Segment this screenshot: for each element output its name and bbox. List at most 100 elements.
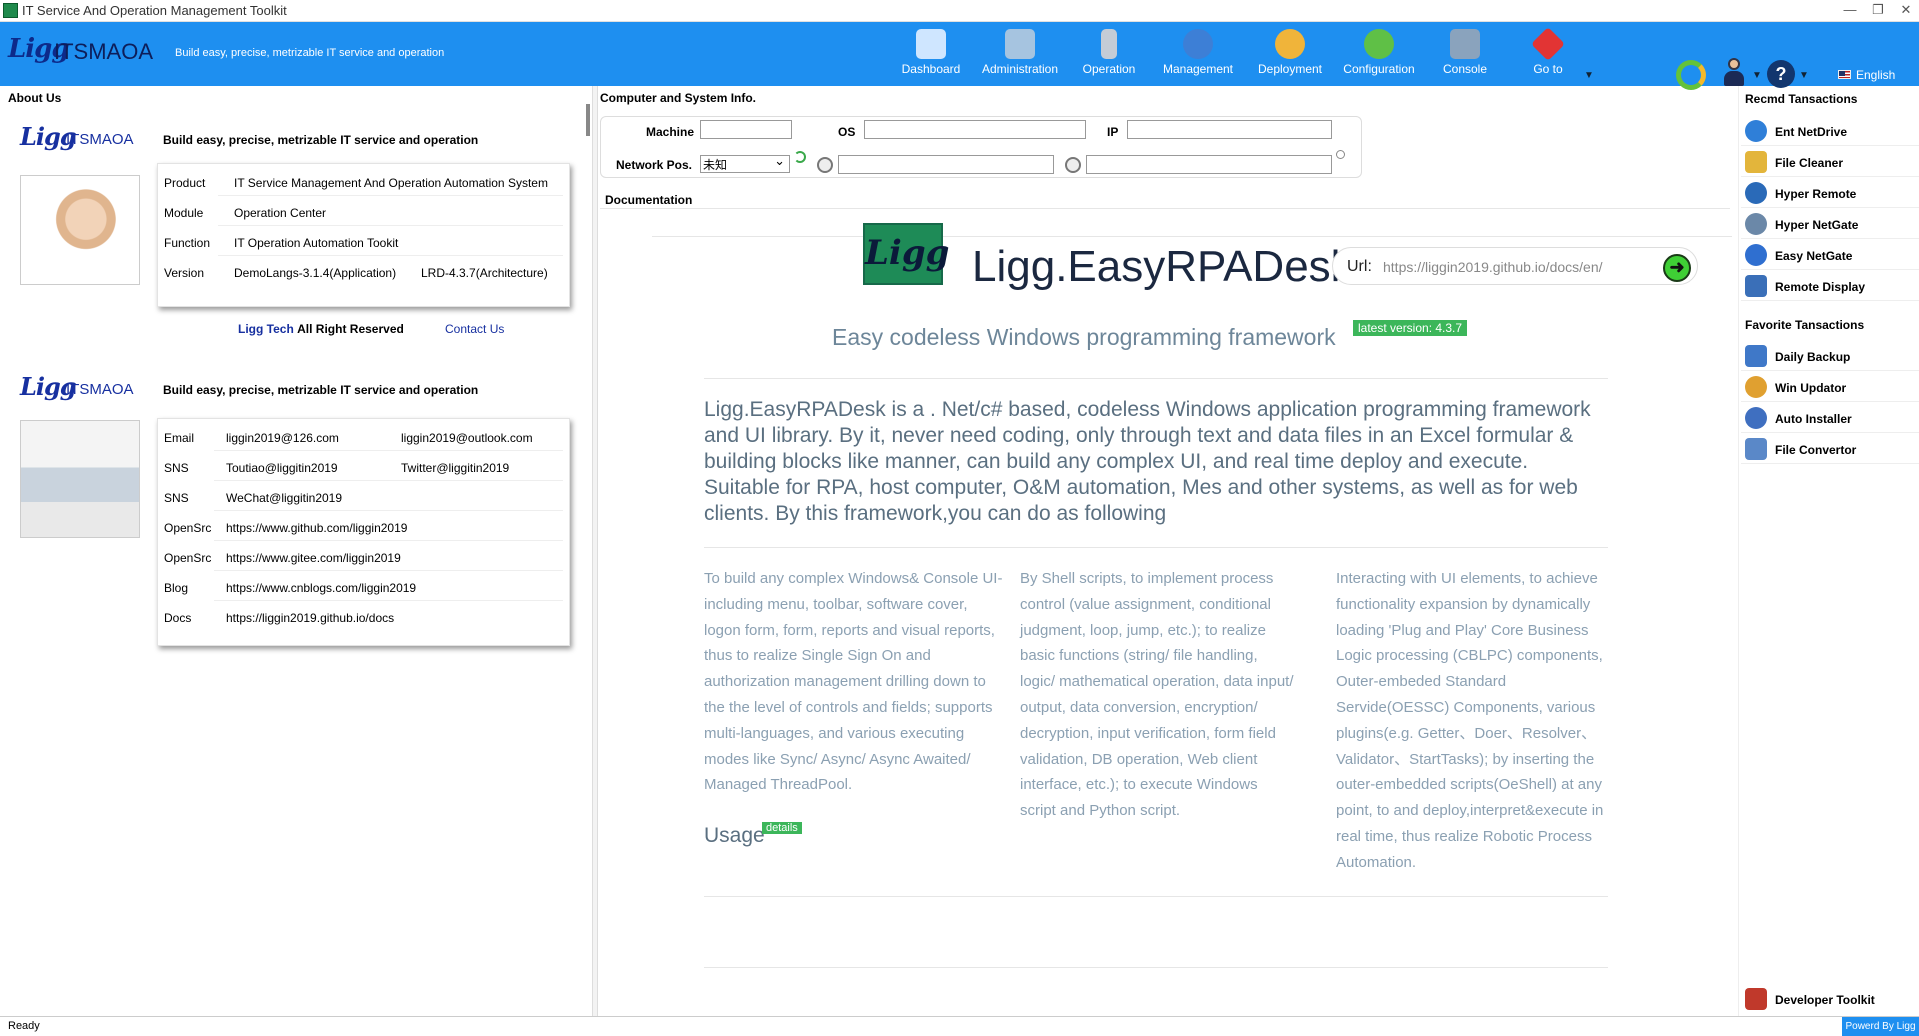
left-splitter[interactable] [592, 86, 598, 1016]
module-label: Module [164, 206, 204, 220]
nav-label: Go to [1533, 62, 1563, 76]
radio-option-1[interactable] [817, 157, 833, 173]
powered-by-badge: Powerd By Ligg [1842, 1017, 1919, 1036]
details-badge[interactable]: details [762, 822, 802, 834]
header-tagline: Build easy, precise, metrizable IT servi… [175, 47, 445, 59]
left-scrollbar[interactable] [586, 104, 590, 136]
item-label: Hyper NetGate [1775, 218, 1859, 232]
blog-label: Blog [164, 581, 189, 595]
email-value-1[interactable]: liggin2019@126.com [226, 431, 339, 445]
version-app-value: DemoLangs-3.1.4(Application) [234, 266, 397, 280]
version-arch-value: LRD-4.3.7(Architecture) [421, 266, 548, 280]
deploy-icon [1275, 29, 1305, 59]
fav-win-updator[interactable]: Win Updator [1741, 372, 1919, 402]
tools-icon [1745, 988, 1767, 1010]
monitors-icon [1005, 29, 1035, 59]
sysinfo-title: Computer and System Info. [600, 91, 757, 105]
close-button[interactable]: ✕ [1886, 0, 1919, 22]
support-woman-photo [20, 175, 140, 285]
radio-option-2[interactable] [1065, 157, 1081, 173]
nav-console[interactable]: Console [1423, 27, 1507, 83]
window-title: IT Service And Operation Management Tool… [22, 3, 287, 18]
help-icon[interactable]: ? [1767, 60, 1795, 88]
nav-administration[interactable]: Administration [978, 27, 1062, 83]
docs-link[interactable]: https://liggin2019.github.io/docs [226, 611, 394, 625]
user-dropdown-icon[interactable]: ▼ [1752, 70, 1762, 81]
github-link[interactable]: https://www.github.com/liggin2019 [226, 521, 407, 535]
sns-twitter[interactable]: Twitter@liggitin2019 [401, 461, 509, 475]
nav-dashboard[interactable]: Dashboard [889, 27, 973, 83]
documentation-view[interactable]: Ligg Ligg.EasyRPADesk Url: https://liggi… [600, 210, 1732, 1016]
nav-management[interactable]: Management [1156, 27, 1240, 83]
server-icon [1101, 29, 1117, 59]
netpos-refresh-icon[interactable] [794, 151, 806, 163]
recmd-title: Recmd Tansactions [1745, 92, 1858, 106]
nav-configuration[interactable]: Configuration [1337, 27, 1421, 83]
item-label: Hyper Remote [1775, 187, 1857, 201]
os-label: OS [838, 125, 856, 139]
email-value-2[interactable]: liggin2019@outlook.com [401, 431, 533, 445]
machine-label: Machine [646, 125, 695, 139]
netpos-field-2[interactable] [1086, 155, 1332, 174]
user-icon[interactable] [1722, 58, 1746, 88]
intro-paragraph: Ligg.EasyRPADesk is a . Net/c# based, co… [704, 398, 1591, 525]
remote-icon [1745, 182, 1767, 204]
item-label: File Cleaner [1775, 156, 1844, 170]
item-label: Easy NetGate [1775, 249, 1853, 263]
go-arrow-button[interactable]: ➜ [1663, 254, 1691, 282]
blog-link[interactable]: https://www.cnblogs.com/liggin2019 [226, 581, 416, 595]
nav-operation[interactable]: Operation [1067, 27, 1151, 83]
usage-heading: Usage [704, 824, 765, 847]
developer-toolkit[interactable]: Developer Toolkit [1741, 984, 1919, 1014]
search-icon[interactable] [1336, 150, 1345, 159]
globe-icon [1183, 29, 1213, 59]
function-label: Function [164, 236, 211, 250]
url-label: Url: [1347, 258, 1372, 275]
recmd-hyper-netgate[interactable]: Hyper NetGate [1741, 209, 1919, 239]
sns-toutiao[interactable]: Toutiao@liggitin2019 [226, 461, 338, 475]
sns-wechat[interactable]: WeChat@liggitin2019 [226, 491, 342, 505]
docs-label: Docs [164, 611, 192, 625]
recmd-file-cleaner[interactable]: File Cleaner [1741, 147, 1919, 177]
language-selector[interactable]: English [1856, 68, 1895, 82]
help-dropdown-icon[interactable]: ▼ [1799, 70, 1809, 81]
function-value: IT Operation Automation Tookit [234, 236, 399, 250]
nav-deployment[interactable]: Deployment [1248, 27, 1332, 83]
recmd-easy-netgate[interactable]: Easy NetGate [1741, 240, 1919, 270]
product-value: IT Service Management And Operation Auto… [234, 176, 548, 190]
nav-label: Dashboard [901, 62, 961, 76]
ip-field[interactable] [1127, 120, 1332, 139]
goto-dropdown-icon[interactable]: ▼ [1584, 70, 1594, 81]
fav-auto-installer[interactable]: Auto Installer [1741, 403, 1919, 433]
recmd-remote-display[interactable]: Remote Display [1741, 271, 1919, 301]
fav-file-convertor[interactable]: File Convertor [1741, 434, 1919, 464]
favorite-title: Favorite Tansactions [1745, 318, 1865, 332]
nav-label: Deployment [1257, 62, 1323, 76]
nav-label: Configuration [1343, 62, 1415, 76]
netpos-select[interactable]: 未知 [700, 153, 790, 173]
documentation-title: Documentation [605, 193, 693, 207]
display-icon [1745, 275, 1767, 297]
nav-label: Administration [981, 62, 1059, 76]
info-icon [1745, 244, 1767, 266]
card2-tagline: Build easy, precise, metrizable IT servi… [163, 383, 479, 397]
netpos-field-1[interactable] [838, 155, 1054, 174]
card1-tagline: Build easy, precise, metrizable IT servi… [163, 133, 479, 147]
fav-daily-backup[interactable]: Daily Backup [1741, 341, 1919, 371]
recmd-ent-netdrive[interactable]: Ent NetDrive [1741, 116, 1919, 146]
os-field[interactable] [864, 120, 1086, 139]
email-label: Email [164, 431, 195, 445]
transactions-panel: Recmd Tansactions Ent NetDrive File Clea… [1738, 86, 1919, 1016]
console-icon [1450, 29, 1480, 59]
house-icon [916, 29, 946, 59]
contact-us-link[interactable]: Contact Us [445, 322, 504, 336]
title-bar: IT Service And Operation Management Tool… [0, 0, 1919, 22]
machine-field[interactable] [700, 120, 792, 139]
url-input[interactable]: https://liggin2019.github.io/docs/en/ [1383, 259, 1603, 275]
gitee-link[interactable]: https://www.gitee.com/liggin2019 [226, 551, 401, 565]
recmd-hyper-remote[interactable]: Hyper Remote [1741, 178, 1919, 208]
refresh-icon[interactable] [1676, 60, 1706, 90]
nav-goto[interactable]: Go to [1506, 27, 1590, 83]
globe-icon [1745, 120, 1767, 142]
netpos-value: 未知 [703, 158, 728, 172]
